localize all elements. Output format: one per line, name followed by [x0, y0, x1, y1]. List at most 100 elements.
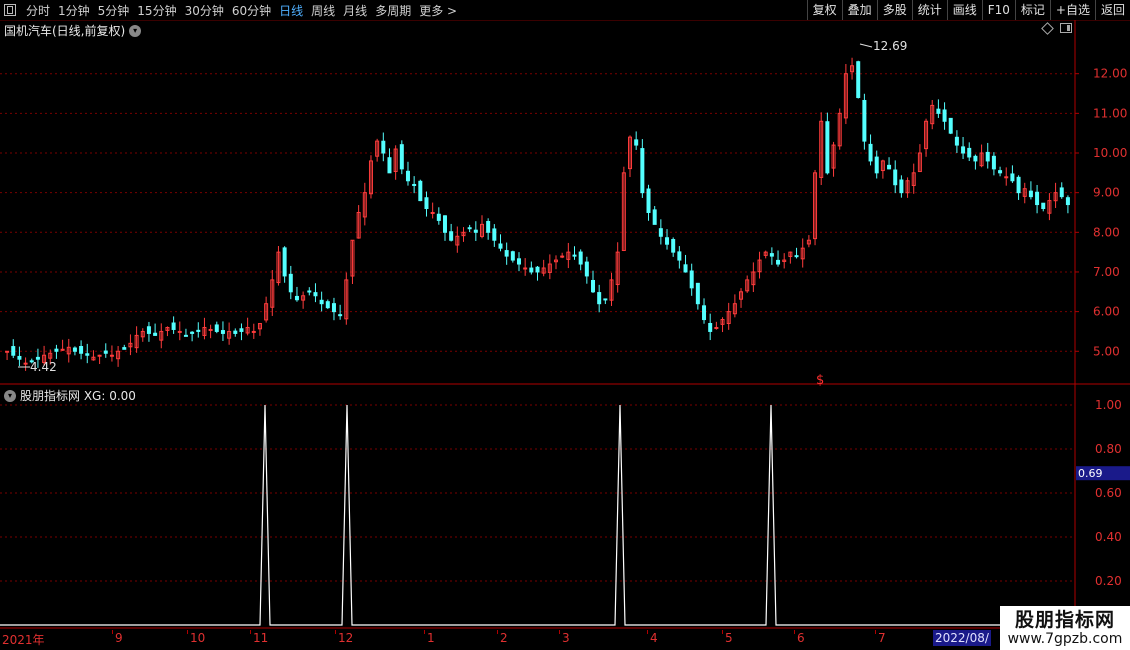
toolbar-button[interactable]: 叠加 [841, 0, 877, 20]
candle [813, 169, 818, 246]
panel-toggle-icon[interactable] [1060, 23, 1072, 33]
period-tab[interactable]: 分时 [22, 4, 54, 18]
menu-icon[interactable] [4, 4, 16, 16]
candle [547, 254, 552, 280]
indicator-axis: 1.00 0.80 0.60 0.40 0.20 0.69 [1076, 398, 1130, 588]
toolbar-button[interactable]: F10 [981, 0, 1015, 20]
candle [251, 323, 256, 339]
candle [967, 142, 972, 161]
candle [985, 142, 990, 169]
candle [1022, 182, 1027, 204]
date-tick [559, 630, 560, 634]
period-tab[interactable]: 月线 [339, 4, 371, 18]
period-tab[interactable]: 30分钟 [181, 4, 228, 18]
candle [554, 255, 559, 270]
candle [745, 275, 750, 293]
date-label: 5 [725, 631, 733, 645]
date-tick [875, 630, 876, 634]
candle [214, 321, 219, 334]
chevron-down-icon[interactable]: ▾ [4, 389, 16, 402]
candle [788, 251, 793, 264]
candle [190, 331, 195, 342]
candle [1035, 184, 1040, 214]
toolbar-button[interactable]: +自选 [1049, 0, 1095, 20]
toolbar-button[interactable]: 多股 [876, 0, 912, 20]
candle [405, 161, 410, 186]
candle [442, 215, 447, 241]
candle [479, 215, 484, 239]
price-tick: 6.00 [1093, 305, 1120, 319]
watermark: 股朋指标网 www.7gpzb.com [1000, 606, 1130, 650]
indicator-panel-title: ▾ 股朋指标网 XG: 0.00 [4, 387, 136, 404]
date-label: 11 [253, 631, 269, 645]
low-label: 4.42 [30, 360, 57, 374]
candle [387, 148, 392, 174]
candle [510, 250, 515, 263]
candle [11, 339, 16, 359]
candle [171, 316, 176, 334]
period-tab[interactable]: 多周期 [371, 4, 415, 18]
period-tab[interactable]: 60分钟 [228, 4, 275, 18]
candle [430, 202, 435, 219]
date-label: 1 [427, 631, 435, 645]
candle [48, 349, 53, 365]
price-panel-title: 国机汽车(日线,前复权) ▾ [4, 22, 142, 39]
toolbar-button[interactable]: 复权 [806, 0, 842, 20]
candle [800, 238, 805, 268]
stock-title: 国机汽车(日线,前复权) [4, 24, 126, 38]
period-tab[interactable]: 更多 > [415, 4, 461, 18]
candle [1028, 181, 1033, 200]
candle [862, 93, 867, 150]
toolbar-button[interactable]: 标记 [1014, 0, 1050, 20]
candle [708, 313, 713, 341]
toolbar-button[interactable]: 统计 [911, 0, 947, 20]
candle [42, 345, 47, 366]
indicator-title: 股朋指标网 XG: 0.00 [20, 389, 136, 403]
period-tab[interactable]: 15分钟 [133, 4, 180, 18]
toolbar-button[interactable]: 返回 [1094, 0, 1130, 20]
candle [122, 344, 127, 350]
price-tick: 10.00 [1093, 146, 1127, 160]
price-tick: 8.00 [1093, 225, 1120, 239]
candle [202, 317, 207, 340]
candle [165, 326, 170, 337]
diamond-icon[interactable] [1041, 22, 1054, 35]
candle [29, 358, 34, 364]
candle [880, 159, 885, 179]
candle [473, 221, 478, 241]
candle [17, 346, 22, 367]
candle [313, 283, 318, 303]
candle [375, 138, 380, 162]
candle [183, 328, 188, 337]
candle [455, 226, 460, 253]
period-tab[interactable]: 日线 [275, 4, 307, 18]
candle [270, 270, 275, 316]
period-tab[interactable]: 周线 [307, 4, 339, 18]
candle [991, 152, 996, 176]
candle [924, 118, 929, 157]
watermark-url: www.7gpzb.com [1007, 630, 1123, 647]
candle [911, 163, 916, 194]
candle [732, 294, 737, 318]
candle [541, 259, 546, 277]
period-tab[interactable]: 1分钟 [54, 4, 94, 18]
chart-canvas[interactable]: 12.0011.0010.009.008.007.006.005.00 1.00… [0, 0, 1130, 650]
candle [1047, 193, 1052, 221]
high-label: 12.69 [873, 39, 907, 53]
candle [578, 249, 583, 271]
toolbar-button[interactable]: 画线 [946, 0, 982, 20]
candle [97, 354, 102, 365]
chevron-down-icon[interactable]: ▾ [129, 24, 142, 37]
candle [603, 298, 608, 305]
candle [504, 242, 509, 265]
candle [1041, 202, 1046, 212]
candle [998, 166, 1003, 177]
date-label: 6 [797, 631, 805, 645]
candle [566, 242, 571, 269]
candle [899, 175, 904, 198]
candle [412, 176, 417, 194]
price-tick: 5.00 [1093, 344, 1120, 358]
candle [726, 302, 731, 330]
period-tab[interactable]: 5分钟 [94, 4, 134, 18]
candle [887, 157, 892, 170]
